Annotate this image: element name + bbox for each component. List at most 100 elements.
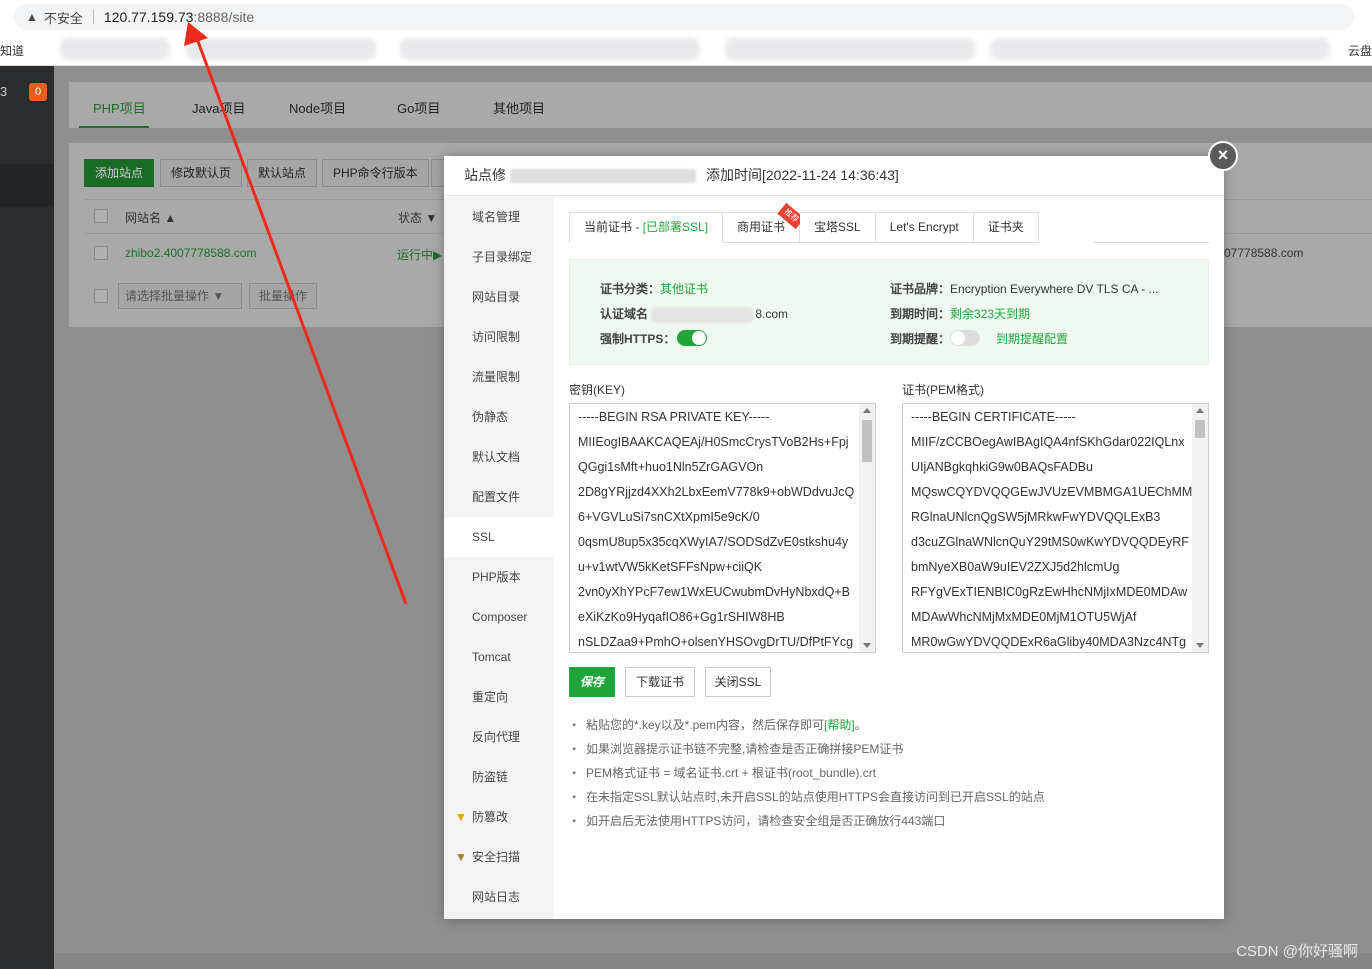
download-cert-button[interactable]: 下载证书	[625, 667, 695, 697]
tab-php[interactable]: PHP项目	[93, 98, 146, 117]
nav-default-doc[interactable]: 默认文档	[444, 437, 554, 477]
select-all-checkbox[interactable]	[94, 209, 108, 223]
tab-baota-ssl[interactable]: 宝塔SSL	[800, 212, 876, 243]
php-cli-button[interactable]: PHP命令行版本	[322, 159, 429, 187]
close-modal-button[interactable]: ×	[1208, 141, 1238, 171]
tabs-divider	[1094, 242, 1209, 243]
edit-default-page-button[interactable]: 修改默认页	[160, 159, 243, 187]
nav-subdir[interactable]: 子目录绑定	[444, 237, 554, 277]
add-site-button[interactable]: 添加站点	[84, 159, 155, 187]
insecure-label[interactable]: 不安全	[44, 8, 83, 27]
column-site-name[interactable]: 网站名 ▲	[125, 209, 176, 226]
tab-cert-folder[interactable]: 证书夹	[973, 212, 1039, 243]
site-status[interactable]: 运行中▶	[397, 246, 442, 263]
nav-composer[interactable]: Composer	[444, 597, 554, 637]
nav-config[interactable]: 配置文件	[444, 477, 554, 517]
modal-title: 站点修 添加时间[2022-11-24 14:36:43]	[444, 156, 1224, 196]
key-textarea[interactable]: -----BEGIN RSA PRIVATE KEY----- MIIEogIB…	[569, 403, 876, 653]
expiry-remind-label: 到期提醒：	[890, 332, 951, 346]
tab-underline	[79, 126, 149, 128]
blurred-bookmark	[400, 38, 700, 60]
nav-rewrite[interactable]: 伪静态	[444, 397, 554, 437]
close-ssl-button[interactable]: 关闭SSL	[705, 667, 771, 697]
nav-site-log[interactable]: 网站日志	[444, 877, 554, 917]
blurred-bookmark	[725, 38, 975, 60]
blurred-bookmark	[186, 38, 376, 60]
site-settings-modal: 站点修 添加时间[2022-11-24 14:36:43] 域名管理 子目录绑定 …	[444, 156, 1224, 919]
ssl-tips: 粘贴您的*.key以及*.pem内容，然后保存即可[帮助]。 如果浏览器提示证书…	[572, 713, 1212, 833]
nav-access-limit[interactable]: 访问限制	[444, 317, 554, 357]
tab-java[interactable]: Java项目	[192, 98, 245, 117]
force-https-toggle[interactable]	[677, 330, 707, 346]
nav-redirect[interactable]: 重定向	[444, 677, 554, 717]
sidebar-item-active[interactable]	[0, 164, 54, 206]
batch-select[interactable]: 请选择批量操作 ▼	[118, 283, 242, 309]
batch-button[interactable]: 批量操作	[249, 283, 317, 309]
sidebar-count: 3	[0, 84, 8, 99]
tab-go[interactable]: Go项目	[397, 98, 440, 117]
cert-info-box: 证书分类：其他证书 认证域名 8.com 强制HTTPS： 证书品牌：Encry…	[569, 259, 1209, 365]
tab-current-cert[interactable]: 当前证书 - [已部署SSL]	[569, 212, 724, 243]
cert-brand: 证书品牌：Encryption Everywhere DV TLS CA - .…	[890, 282, 1159, 296]
modal-nav: 域名管理 子目录绑定 网站目录 访问限制 流量限制 伪静态 默认文档 配置文件 …	[444, 197, 554, 919]
default-site-button[interactable]: 默认站点	[247, 159, 318, 187]
key-scrollbar[interactable]	[859, 404, 875, 652]
url-text[interactable]: 120.77.159.73:8888/site	[104, 9, 254, 25]
tab-commercial-cert[interactable]: 商用证书 推荐	[723, 202, 805, 243]
notification-badge[interactable]: 0	[29, 83, 47, 101]
project-tabs: PHP项目 Java项目 Node项目 Go项目 其他项目	[69, 82, 1372, 128]
save-button[interactable]: 保存	[569, 667, 615, 697]
cert-tabs: 当前证书 - [已部署SSL] 商用证书 推荐 宝塔SSL Let's Encry…	[569, 202, 1039, 243]
diamond-icon: ▼	[455, 850, 467, 864]
diamond-icon: ▼	[455, 810, 467, 824]
tip-item: PEM格式证书 = 域名证书.crt + 根证书(root_bundle).cr…	[572, 761, 1212, 785]
blurred-site-name	[510, 169, 696, 184]
url-field[interactable]: ▲ 不安全 120.77.159.73:8888/site	[14, 4, 1354, 30]
expiry-remind-config-link[interactable]: 到期提醒配置	[996, 330, 1068, 347]
nav-tomcat[interactable]: Tomcat	[444, 637, 554, 677]
site-name-link[interactable]: zhibo2.4007778588.com	[125, 246, 256, 260]
expiry-remind-toggle[interactable]	[950, 330, 980, 346]
nav-traffic-limit[interactable]: 流量限制	[444, 357, 554, 397]
key-label: 密钥(KEY)	[569, 383, 626, 397]
watermark: CSDN @你好骚啊	[1236, 943, 1358, 960]
bookmark-item[interactable]: 云盘	[1348, 42, 1372, 59]
tip-item: 在未指定SSL默认站点时,未开启SSL的站点使用HTTPS会直接访问到已开启SS…	[572, 785, 1212, 809]
cert-textarea[interactable]: -----BEGIN CERTIFICATE----- MIIF/zCCBOeg…	[902, 403, 1209, 653]
nav-ssl[interactable]: SSL	[444, 517, 554, 557]
nav-php-version[interactable]: PHP版本	[444, 557, 554, 597]
force-https-label: 强制HTTPS：	[600, 332, 676, 346]
cert-label: 证书(PEM格式)	[902, 383, 984, 397]
nav-hotlink[interactable]: 防盗链	[444, 757, 554, 797]
bottom-bar	[54, 953, 1372, 969]
more-button[interactable]	[431, 159, 445, 187]
warning-icon[interactable]: ▲	[26, 10, 38, 24]
tip-item: 粘贴您的*.key以及*.pem内容，然后保存即可[帮助]。	[572, 713, 1212, 737]
row-checkbox[interactable]	[94, 246, 108, 260]
cert-domain: 认证域名 8.com	[600, 306, 789, 323]
tab-node[interactable]: Node项目	[289, 98, 346, 117]
nav-tamper-proof[interactable]: ▼ 防篡改	[444, 797, 554, 837]
nav-security-scan[interactable]: ▼ 安全扫描	[444, 837, 554, 877]
browser-address-bar: ▲ 不安全 120.77.159.73:8888/site	[0, 0, 1372, 34]
tip-item: 如果浏览器提示证书链不完整,请检查是否正确拼接PEM证书	[572, 737, 1212, 761]
blurred-bookmark	[60, 38, 170, 60]
tab-other[interactable]: 其他项目	[493, 98, 545, 117]
ssl-panel: 当前证书 - [已部署SSL] 商用证书 推荐 宝塔SSL Let's Encry…	[554, 197, 1224, 919]
batch-checkbox[interactable]	[94, 289, 108, 303]
bookmarks-bar: 知道 云盘	[0, 34, 1372, 66]
help-link[interactable]: [帮助]	[824, 718, 855, 732]
site-domain: 07778588.com	[1224, 246, 1304, 260]
bookmark-item[interactable]: 知道	[0, 42, 24, 59]
blurred-domain	[651, 306, 754, 323]
column-status[interactable]: 状态 ▼	[398, 209, 437, 226]
tab-letsencrypt[interactable]: Let's Encrypt	[875, 212, 974, 243]
blurred-bookmark	[990, 38, 1330, 60]
main-sidebar: 3 0	[0, 66, 54, 969]
cert-category: 证书分类：其他证书	[600, 282, 709, 296]
nav-reverse-proxy[interactable]: 反向代理	[444, 717, 554, 757]
nav-domain[interactable]: 域名管理	[444, 197, 554, 237]
nav-site-dir[interactable]: 网站目录	[444, 277, 554, 317]
url-separator	[92, 10, 94, 24]
cert-scrollbar[interactable]	[1192, 404, 1208, 652]
